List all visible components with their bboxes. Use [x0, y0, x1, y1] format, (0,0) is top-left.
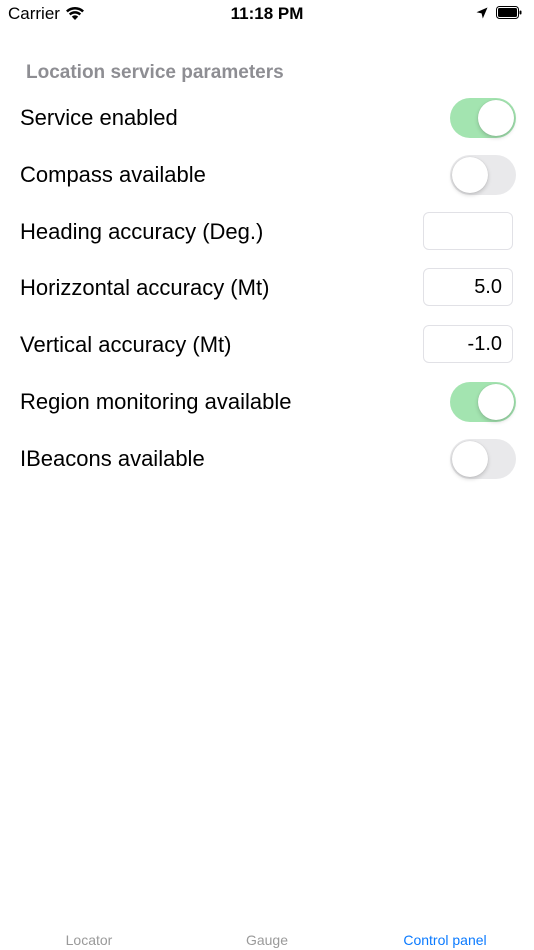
tab-control-panel[interactable]: Control panel	[356, 920, 534, 948]
toggle-knob	[478, 100, 514, 136]
row-label: Service enabled	[20, 105, 178, 130]
row-label: Horizzontal accuracy (Mt)	[20, 275, 270, 301]
row-label: Compass available	[20, 161, 206, 187]
toggle-knob	[452, 440, 488, 477]
vertical-accuracy-mt-field[interactable]	[423, 325, 513, 364]
row-label: Region monitoring available	[20, 389, 292, 414]
row-label: Heading accuracy (Deg.)	[20, 218, 264, 244]
tab-gauge[interactable]: Gauge	[178, 920, 356, 948]
settings-row-vertical-accuracy-mt: Vertical accuracy (Mt)	[0, 316, 534, 373]
tab-label: Control panel	[403, 932, 487, 948]
location-arrow-icon	[476, 7, 488, 19]
horizzontal-accuracy-mt-field[interactable]	[423, 268, 513, 307]
row-label: IBeacons available	[20, 445, 205, 471]
section-header: Location service parameters	[26, 62, 284, 83]
compass-available-toggle[interactable]	[450, 154, 516, 195]
settings-row-compass-available: Compass available	[0, 146, 534, 203]
status-bar: Carrier 11:18 PM	[0, 0, 534, 30]
toggle-knob	[452, 156, 488, 193]
settings-row-horizzontal-accuracy-mt: Horizzontal accuracy (Mt)	[0, 259, 534, 316]
ibeacons-available-toggle[interactable]	[450, 438, 516, 479]
settings-row-service-enabled: Service enabled	[0, 89, 534, 146]
toggle-knob	[478, 384, 514, 420]
clock: 11:18 PM	[230, 4, 304, 23]
row-label: Vertical accuracy (Mt)	[20, 332, 232, 358]
tab-bar: Locator Gauge Control panel	[0, 920, 534, 950]
region-monitoring-available-toggle[interactable]	[450, 382, 516, 422]
settings-row-heading-accuracy-deg: Heading accuracy (Deg.)	[0, 203, 534, 260]
settings-row-ibeacons-available: IBeacons available	[0, 430, 534, 487]
settings-row-region-monitoring-available: Region monitoring available	[0, 373, 534, 430]
tab-locator[interactable]: Locator	[0, 920, 178, 948]
heading-accuracy-deg-field[interactable]	[423, 211, 513, 250]
battery-icon	[496, 6, 522, 19]
service-enabled-toggle[interactable]	[450, 98, 516, 138]
tab-label: Gauge	[245, 932, 289, 948]
tab-label: Locator	[65, 932, 113, 948]
